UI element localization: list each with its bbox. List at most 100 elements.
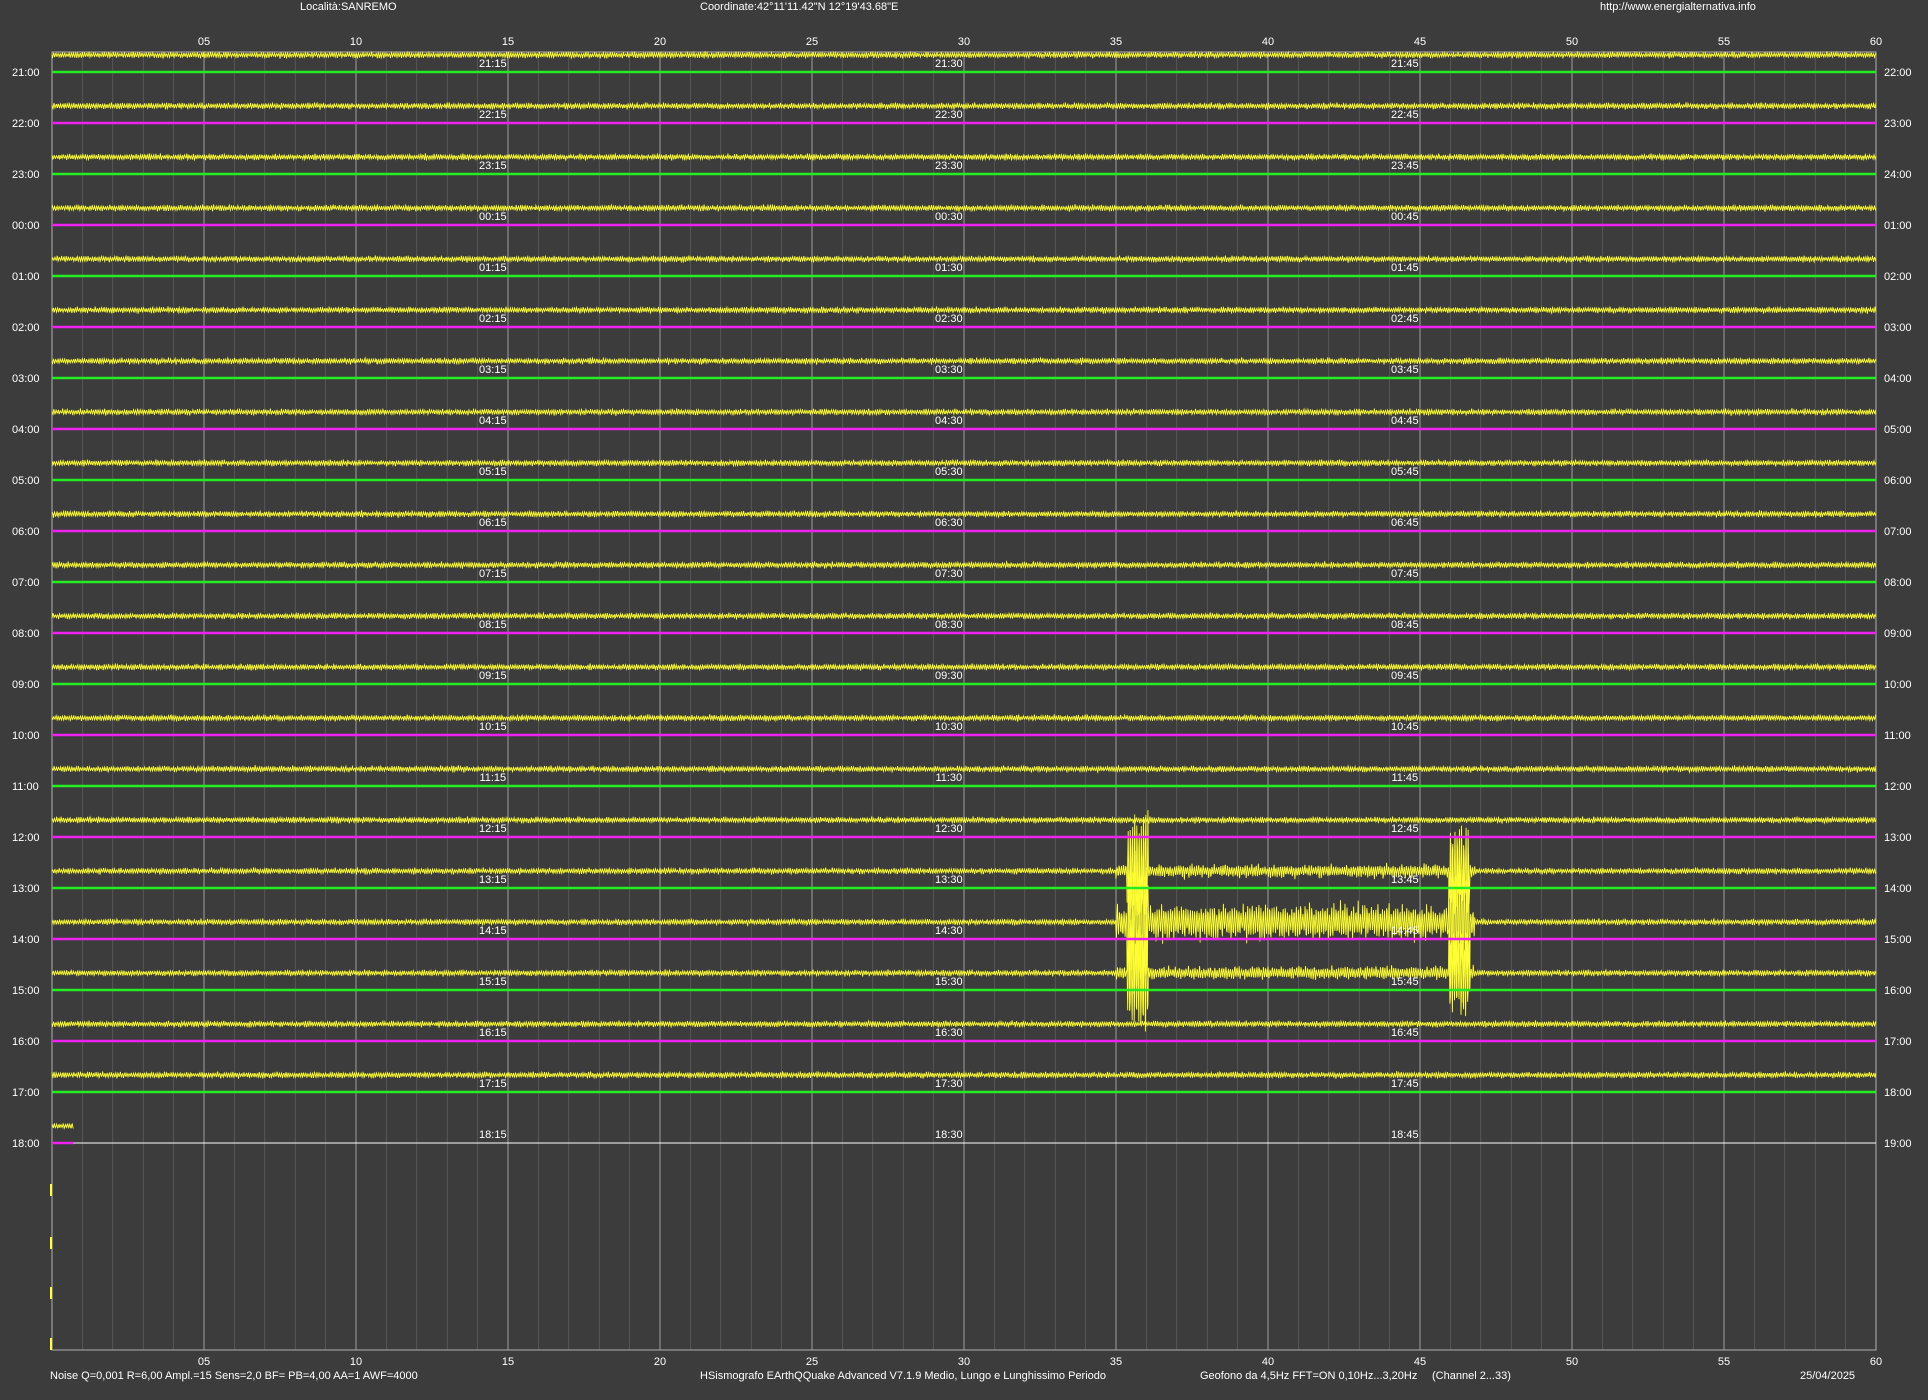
quarter-time-label: 01:30	[935, 262, 963, 274]
quarter-time-label: 14:45	[1391, 925, 1419, 937]
quarter-time-label: 18:45	[1391, 1129, 1419, 1141]
software-label: HSismografo EArthQQuake Advanced V7.1.9 …	[700, 1370, 1107, 1382]
quarter-time-label: 08:15	[479, 619, 507, 631]
row-start-time-label: 07:00	[12, 577, 40, 589]
quarter-time-label: 16:30	[935, 1027, 963, 1039]
row-start-time-label: 15:00	[12, 985, 40, 997]
quarter-time-label: 10:15	[479, 721, 507, 733]
quarter-time-label: 12:30	[935, 823, 963, 835]
quarter-time-label: 17:45	[1391, 1078, 1419, 1090]
row-end-time-label: 04:00	[1884, 373, 1912, 385]
quarter-time-label: 12:45	[1391, 823, 1419, 835]
row-start-time-label: 23:00	[12, 169, 40, 181]
quarter-time-label: 11:45	[1391, 772, 1418, 784]
row-end-time-label: 17:00	[1884, 1036, 1912, 1048]
row-start-time-label: 03:00	[12, 373, 40, 385]
quarter-time-label: 01:15	[479, 262, 507, 274]
x-tick-label-top: 35	[1110, 36, 1122, 48]
row-end-time-label: 01:00	[1884, 220, 1912, 232]
quarter-time-label: 07:15	[479, 568, 507, 580]
row-end-time-label: 05:00	[1884, 424, 1912, 436]
quarter-time-label: 16:45	[1391, 1027, 1419, 1039]
quarter-time-label: 15:30	[935, 976, 963, 988]
quarter-time-label: 02:15	[479, 313, 507, 325]
quarter-time-label: 22:15	[479, 109, 507, 121]
row-start-time-label: 08:00	[12, 628, 40, 640]
row-start-time-label: 14:00	[12, 934, 40, 946]
quarter-time-label: 06:45	[1391, 517, 1419, 529]
quarter-time-label: 18:30	[935, 1129, 963, 1141]
quarter-time-label: 08:45	[1391, 619, 1419, 631]
quarter-time-label: 12:15	[479, 823, 507, 835]
row-start-time-label: 17:00	[12, 1087, 40, 1099]
row-start-time-label: 13:00	[12, 883, 40, 895]
x-tick-label-bottom: 40	[1262, 1356, 1274, 1368]
channel-label: (Channel 2...33)	[1432, 1370, 1511, 1382]
x-tick-label-bottom: 35	[1110, 1356, 1122, 1368]
x-tick-label-bottom: 05	[198, 1356, 210, 1368]
quarter-time-label: 10:45	[1391, 721, 1419, 733]
quarter-time-label: 09:45	[1391, 670, 1419, 682]
seismic-trace	[51, 1122, 74, 1130]
quarter-time-label: 03:15	[479, 364, 507, 376]
quarter-time-label: 18:15	[479, 1129, 507, 1141]
row-start-time-label: 02:00	[12, 322, 40, 334]
x-tick-label-top: 05	[198, 36, 210, 48]
settings-label: Noise Q=0,001 R=6,00 Ampl.=15 Sens=2,0 B…	[50, 1370, 418, 1382]
row-start-time-label: 10:00	[12, 730, 40, 742]
x-tick-label-bottom: 25	[806, 1356, 818, 1368]
row-end-time-label: 22:00	[1884, 67, 1912, 79]
quarter-time-label: 03:45	[1391, 364, 1419, 376]
row-end-time-label: 11:00	[1884, 730, 1911, 742]
x-tick-label-bottom: 50	[1566, 1356, 1578, 1368]
quarter-time-label: 09:15	[479, 670, 507, 682]
row-end-time-label: 23:00	[1884, 118, 1912, 130]
quarter-time-label: 06:15	[479, 517, 507, 529]
quarter-time-label: 04:45	[1391, 415, 1419, 427]
quarter-time-label: 22:30	[935, 109, 963, 121]
quarter-time-label: 23:30	[935, 160, 963, 172]
x-tick-label-bottom: 20	[654, 1356, 666, 1368]
x-tick-label-bottom: 15	[502, 1356, 514, 1368]
x-tick-label-top: 60	[1870, 36, 1882, 48]
row-start-time-label: 22:00	[12, 118, 40, 130]
quarter-time-label: 00:30	[935, 211, 963, 223]
quarter-time-label: 08:30	[935, 619, 963, 631]
x-tick-label-top: 50	[1566, 36, 1578, 48]
quarter-time-label: 02:30	[935, 313, 963, 325]
quarter-time-label: 05:30	[935, 466, 963, 478]
quarter-time-label: 13:15	[479, 874, 507, 886]
quarter-time-label: 17:15	[479, 1078, 507, 1090]
x-tick-label-bottom: 45	[1414, 1356, 1426, 1368]
x-tick-label-bottom: 30	[958, 1356, 970, 1368]
grid-layer	[51, 51, 1877, 1351]
quarter-time-label: 14:30	[935, 925, 963, 937]
x-tick-label-top: 15	[502, 36, 514, 48]
row-start-time-label: 09:00	[12, 679, 40, 691]
quarter-time-label: 11:15	[479, 772, 506, 784]
quarter-time-label: 05:45	[1391, 466, 1419, 478]
row-start-time-label: 01:00	[12, 271, 40, 283]
quarter-time-label: 13:45	[1391, 874, 1419, 886]
x-tick-label-top: 55	[1718, 36, 1730, 48]
x-tick-label-top: 30	[958, 36, 970, 48]
quarter-time-label: 23:45	[1391, 160, 1419, 172]
row-end-time-label: 08:00	[1884, 577, 1912, 589]
x-tick-label-top: 40	[1262, 36, 1274, 48]
quarter-time-label: 03:30	[935, 364, 963, 376]
labels-layer: 05 05 10 10 15 15 20 20 25 25 30 30 35 35 40 40 45 45 50 50…	[12, 36, 1912, 1368]
row-end-time-label: 12:00	[1884, 781, 1912, 793]
row-start-time-label: 21:00	[12, 67, 40, 79]
quarter-time-label: 22:45	[1391, 109, 1419, 121]
quarter-time-label: 04:30	[935, 415, 963, 427]
row-end-time-label: 09:00	[1884, 628, 1912, 640]
row-start-time-label: 18:00	[12, 1138, 40, 1150]
quarter-time-label: 15:15	[479, 976, 507, 988]
x-tick-label-bottom: 60	[1870, 1356, 1882, 1368]
quarter-time-label: 04:15	[479, 415, 507, 427]
x-tick-label-bottom: 55	[1718, 1356, 1730, 1368]
row-end-time-label: 15:00	[1884, 934, 1912, 946]
quarter-time-label: 09:30	[935, 670, 963, 682]
row-end-time-label: 10:00	[1884, 679, 1912, 691]
row-start-time-label: 06:00	[12, 526, 40, 538]
